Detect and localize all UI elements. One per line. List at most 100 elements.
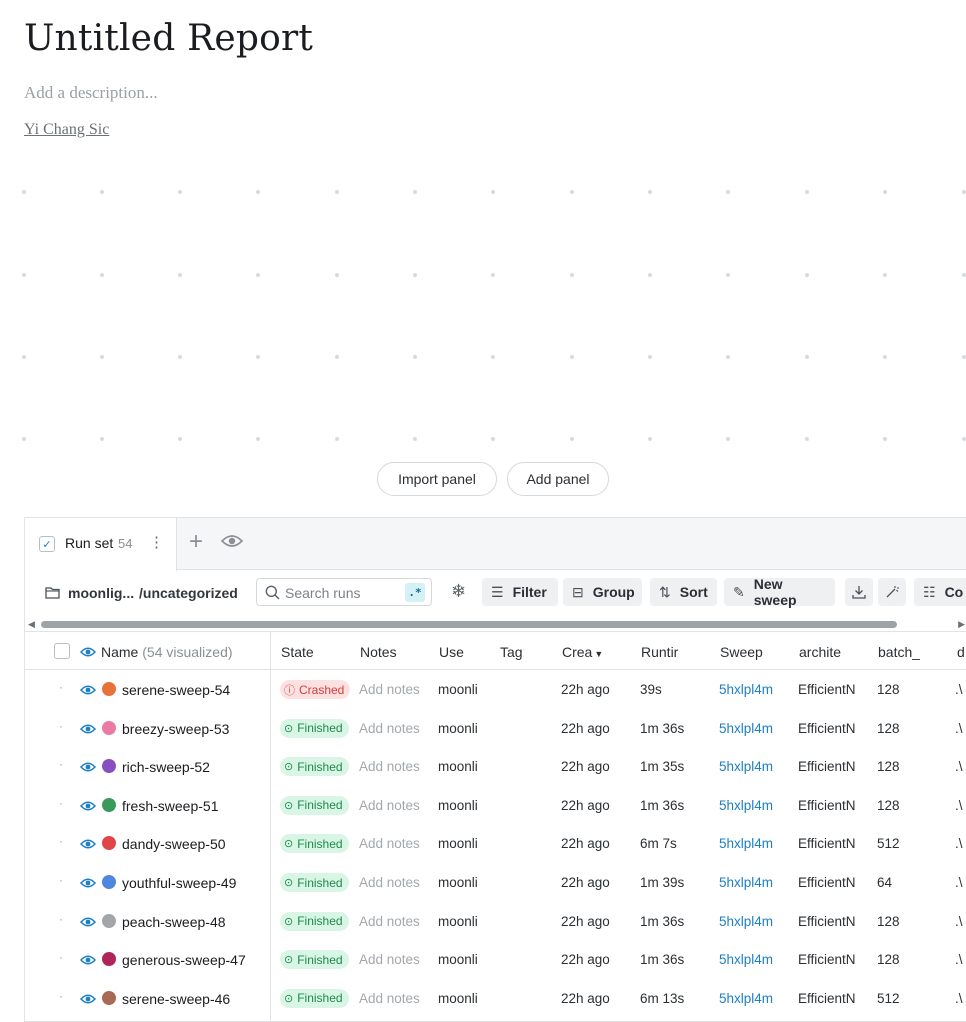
notes-cell[interactable]: Add notes [359,759,420,774]
row-handle-icon[interactable]: · [59,873,63,887]
row-handle-icon[interactable]: · [59,719,63,733]
eye-icon[interactable] [79,683,97,701]
notes-cell[interactable]: Add notes [359,952,420,967]
eye-icon[interactable] [79,953,97,971]
report-title[interactable]: Untitled Report [24,18,313,59]
sweep-link[interactable]: 5hxlpl4m [719,721,773,736]
download-button[interactable] [845,578,873,606]
column-state[interactable]: State [281,644,314,660]
run-name[interactable]: dandy-sweep-50 [122,836,226,852]
run-color-swatch[interactable] [102,682,116,696]
eye-icon[interactable] [79,915,97,933]
run-name[interactable]: youthful-sweep-49 [122,875,236,891]
table-row[interactable]: · serene-sweep-46 ⊙ Finished Add notes moonli… [25,979,966,1018]
sweep-link[interactable]: 5hxlpl4m [719,952,773,967]
run-name[interactable]: peach-sweep-48 [122,914,226,930]
scroll-right-icon[interactable]: ▶ [958,619,965,630]
notes-cell[interactable]: Add notes [359,875,420,890]
sweep-link[interactable]: 5hxlpl4m [719,798,773,813]
run-color-swatch[interactable] [102,720,116,735]
scrollbar-thumb[interactable] [41,621,897,628]
notes-cell[interactable]: Add notes [359,798,420,813]
table-row[interactable]: · breezy-sweep-53 ⊙ Finished Add notes moonli… [25,709,966,748]
row-handle-icon[interactable]: · [59,912,63,926]
run-color-swatch[interactable] [102,913,116,928]
table-row[interactable]: · generous-sweep-47 ⊙ Finished Add notes moon… [25,940,966,979]
notes-cell[interactable]: Add notes [359,991,420,1006]
columns-button[interactable]: ☷ Co [914,578,966,606]
eye-icon[interactable] [79,992,97,1010]
scroll-left-icon[interactable]: ◀ [28,619,35,630]
run-name[interactable]: serene-sweep-54 [122,682,230,698]
horizontal-scrollbar[interactable]: ◀ ▶ [25,618,966,630]
notes-cell[interactable]: Add notes [359,682,420,697]
column-created[interactable]: Crea ▼ [562,644,603,660]
sweep-link[interactable]: 5hxlpl4m [719,682,773,697]
run-color-swatch[interactable] [102,759,116,774]
row-handle-icon[interactable]: · [59,989,63,1003]
notes-cell[interactable]: Add notes [359,914,420,929]
tab-run-set[interactable]: ✓ Run set 54 ⋮ [25,518,177,571]
sweep-link[interactable]: 5hxlpl4m [719,991,773,1006]
group-button[interactable]: ⊟ Group [563,578,642,606]
table-row[interactable]: · peach-sweep-48 ⊙ Finished Add notes moonli 2… [25,902,966,941]
select-all-checkbox[interactable] [54,643,70,659]
author-link[interactable]: Yi Chang Sic [24,121,109,139]
table-row[interactable]: · serene-sweep-54 ⓘ Crashed Add notes moonli 2… [25,670,966,709]
project-group[interactable]: /uncategorized [139,585,238,601]
sweep-link[interactable]: 5hxlpl4m [719,914,773,929]
sweep-link[interactable]: 5hxlpl4m [719,836,773,851]
notes-cell[interactable]: Add notes [359,836,420,851]
search-runs-input[interactable]: Search runs .* [256,578,432,606]
eye-icon[interactable] [79,876,97,894]
column-sweep[interactable]: Sweep [720,644,763,660]
column-user[interactable]: Use [439,644,464,660]
run-color-swatch[interactable] [102,952,116,967]
column-extra[interactable]: d [957,644,965,660]
import-panel-button[interactable]: Import panel [377,462,497,496]
sort-button[interactable]: ⇅ Sort [650,578,717,606]
row-handle-icon[interactable]: · [59,796,63,810]
run-color-swatch[interactable] [102,990,116,1005]
regex-toggle[interactable]: .* [405,583,425,602]
run-name[interactable]: rich-sweep-52 [122,759,210,775]
column-name[interactable]: Name (54 visualized) [101,644,233,660]
run-color-swatch[interactable] [102,875,116,889]
eye-icon[interactable] [79,722,97,740]
project-name[interactable]: moonlig... [68,585,134,601]
column-tags[interactable]: Tag: [500,644,524,660]
eye-icon[interactable] [79,760,97,778]
eye-icon[interactable] [79,799,97,817]
run-name[interactable]: fresh-sweep-51 [122,798,219,814]
table-row[interactable]: · youthful-sweep-49 ⊙ Finished Add notes moon… [25,863,966,902]
row-handle-icon[interactable]: · [59,834,63,848]
sweep-link[interactable]: 5hxlpl4m [719,759,773,774]
run-name[interactable]: generous-sweep-47 [122,952,246,968]
row-handle-icon[interactable]: · [59,950,63,964]
column-notes[interactable]: Notes [360,644,397,660]
column-runtime[interactable]: Runtir [641,644,683,660]
run-set-checkbox[interactable]: ✓ [39,536,55,552]
eye-icon[interactable] [79,837,97,855]
auto-tools-button[interactable] [878,578,906,606]
run-color-swatch[interactable] [102,797,116,812]
column-architecture[interactable]: archite [799,644,841,660]
new-sweep-button[interactable]: ✎ New sweep [724,576,835,608]
filter-button[interactable]: ☰ Filter [482,578,558,606]
notes-cell[interactable]: Add notes [359,721,420,736]
sweep-link[interactable]: 5hxlpl4m [719,875,773,890]
add-run-set-icon[interactable]: + [189,528,203,556]
run-name[interactable]: serene-sweep-46 [122,991,230,1007]
add-panel-button[interactable]: Add panel [507,462,609,496]
eye-icon[interactable] [79,645,97,663]
table-row[interactable]: · rich-sweep-52 ⊙ Finished Add notes moonli 22… [25,747,966,786]
row-handle-icon[interactable]: · [59,757,63,771]
column-batch-size[interactable]: batch_ [878,644,920,660]
eye-icon[interactable] [220,533,244,554]
table-row[interactable]: · fresh-sweep-51 ⊙ Finished Add notes moonli 2… [25,786,966,825]
run-name[interactable]: breezy-sweep-53 [122,721,229,737]
snowflake-icon[interactable]: ❄ [451,581,466,602]
kebab-menu-icon[interactable]: ⋮ [149,533,164,551]
table-row[interactable]: · dandy-sweep-50 ⊙ Finished Add notes moonli 2… [25,824,966,863]
description-input[interactable]: Add a description... [24,83,158,103]
